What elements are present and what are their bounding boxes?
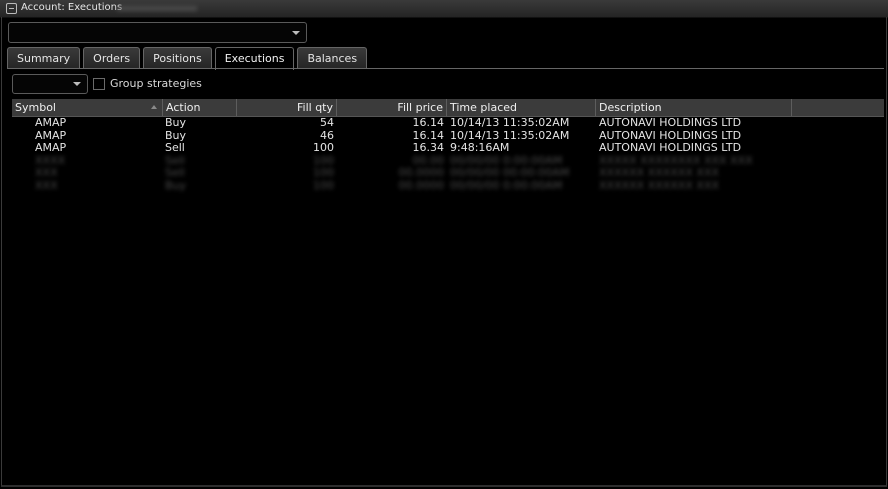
- column-header-label: Action: [166, 101, 201, 114]
- window-menu-icon[interactable]: [6, 3, 17, 14]
- group-strategies-checkbox[interactable]: [93, 78, 105, 90]
- cell-time-placed: 10/14/13 11:35:02AM: [450, 129, 570, 142]
- cell-action: Buy: [165, 129, 187, 142]
- table-row-redacted[interactable]: XXXX Sell 100 00.00 00/00/00 0:00:00AM X…: [12, 155, 884, 168]
- cell-time-placed: 00/00/00 00:00:00AM: [450, 167, 570, 179]
- title-bar: Account: Executions: [0, 0, 888, 18]
- tab-summary[interactable]: Summary: [7, 47, 81, 68]
- column-header-fill-price[interactable]: Fill price: [337, 99, 447, 116]
- executions-table: Symbol Action Fill qty Fill price Time p…: [12, 99, 884, 192]
- cell-fill-qty: 54: [320, 117, 334, 129]
- tab-divider: [7, 68, 884, 69]
- cell-action: Buy: [165, 179, 187, 192]
- chevron-down-icon: [73, 82, 81, 86]
- table-header: Symbol Action Fill qty Fill price Time p…: [12, 99, 884, 117]
- column-header-label: Fill price: [397, 101, 443, 114]
- column-header-action[interactable]: Action: [163, 99, 237, 116]
- cell-symbol: XXXX: [35, 154, 66, 167]
- table-row-redacted[interactable]: XXX Buy 100 00.0000 00/00/00 0:00:00AM X…: [12, 180, 884, 193]
- cell-fill-qty: 100: [313, 142, 334, 154]
- cell-symbol: XXX: [35, 179, 58, 192]
- cell-description: XXXXXX XXXXXX XXX: [599, 167, 720, 179]
- table-row[interactable]: AMAP Buy 54 16.14 10/14/13 11:35:02AM AU…: [12, 117, 884, 130]
- filter-select[interactable]: [12, 74, 88, 94]
- cell-time-placed: 9:48:16AM: [450, 142, 510, 154]
- cell-fill-qty: 100: [313, 167, 334, 179]
- table-row[interactable]: AMAP Buy 46 16.14 10/14/13 11:35:02AM AU…: [12, 130, 884, 143]
- cell-fill-price: 00.0000: [398, 179, 445, 192]
- cell-time-placed: 10/14/13 11:35:02AM: [450, 117, 570, 129]
- cell-action: Buy: [165, 117, 187, 129]
- column-header-label: Fill qty: [297, 101, 333, 114]
- cell-fill-price: 16.14: [412, 129, 445, 142]
- cell-fill-qty: 100: [313, 179, 334, 192]
- tab-bar: Summary Orders Positions Executions Bala…: [7, 47, 370, 70]
- column-header-time-placed[interactable]: Time placed: [447, 99, 596, 116]
- cell-fill-qty: 100: [313, 154, 334, 167]
- table-row[interactable]: AMAP Sell 100 16.34 9:48:16AM AUTONAVI H…: [12, 142, 884, 155]
- cell-action: Sell: [165, 167, 185, 179]
- table-body: AMAP Buy 54 16.14 10/14/13 11:35:02AM AU…: [12, 117, 884, 192]
- group-strategies-label: Group strategies: [110, 77, 202, 90]
- cell-description: XXXXX XXXXXXXX XXX XXX: [599, 154, 753, 167]
- cell-fill-price: 00.00: [412, 154, 445, 167]
- cell-symbol: AMAP: [35, 129, 67, 142]
- column-header-fill-qty[interactable]: Fill qty: [237, 99, 337, 116]
- cell-action: Sell: [165, 142, 185, 154]
- cell-fill-price: 16.34: [412, 142, 445, 154]
- cell-description: AUTONAVI HOLDINGS LTD: [599, 142, 742, 154]
- cell-description: XXXXXX XXXXXX XXX: [599, 179, 720, 192]
- cell-description: AUTONAVI HOLDINGS LTD: [599, 117, 742, 129]
- sort-ascending-icon: [151, 105, 157, 109]
- cell-symbol: AMAP: [35, 142, 67, 154]
- tab-positions[interactable]: Positions: [143, 47, 212, 68]
- cell-fill-qty: 46: [320, 129, 334, 142]
- column-header-symbol[interactable]: Symbol: [12, 99, 163, 116]
- account-select[interactable]: [8, 22, 307, 43]
- window-title: Account: Executions: [21, 2, 123, 13]
- cell-description: AUTONAVI HOLDINGS LTD: [599, 129, 742, 142]
- column-header-label: Description: [599, 101, 662, 114]
- cell-action: Sell: [165, 154, 185, 167]
- cell-symbol: AMAP: [35, 117, 67, 129]
- tab-balances[interactable]: Balances: [297, 47, 368, 68]
- cell-time-placed: 00/00/00 0:00:00AM: [450, 179, 563, 192]
- redacted-account-id: [117, 6, 197, 11]
- cell-time-placed: 00/00/00 0:00:00AM: [450, 154, 563, 167]
- column-header-label: Time placed: [450, 101, 517, 114]
- cell-fill-price: 00.0000: [398, 167, 445, 179]
- cell-symbol: XXX: [35, 167, 58, 179]
- column-header-label: Symbol: [15, 101, 56, 114]
- tab-executions[interactable]: Executions: [214, 47, 295, 70]
- column-header-description[interactable]: Description: [596, 99, 792, 116]
- table-row-redacted[interactable]: XXX Sell 100 00.0000 00/00/00 00:00:00AM…: [12, 167, 884, 180]
- tab-orders[interactable]: Orders: [83, 47, 141, 68]
- cell-fill-price: 16.14: [412, 117, 445, 129]
- chevron-down-icon: [292, 31, 300, 35]
